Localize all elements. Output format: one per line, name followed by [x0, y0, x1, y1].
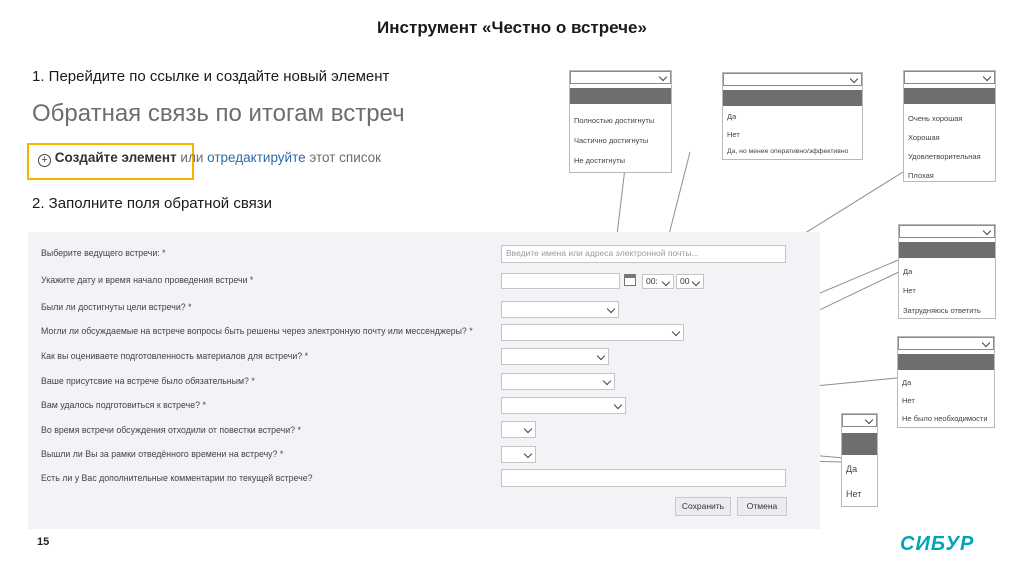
or-text: или [180, 150, 204, 165]
field-label-goals: Были ли достигнуты цели встречи? * [41, 302, 192, 312]
presence-option-1[interactable]: Да [903, 267, 912, 276]
email-dropdown-popup: Да Нет Да, но менее оперативно/эффективн… [722, 72, 863, 160]
email-select[interactable] [501, 324, 684, 341]
chevron-down-icon [982, 226, 992, 236]
goals-option-3[interactable]: Не достигнуты [574, 156, 625, 165]
field-label-comments: Есть ли у Вас дополнительные комментарии… [41, 473, 313, 483]
field-label-email: Могли ли обсуждаемые на встрече вопросы … [41, 326, 473, 336]
date-input[interactable] [501, 273, 620, 289]
step-1-text: 1. Перейдите по ссылке и создайте новый … [32, 68, 390, 85]
chevron-down-icon [523, 424, 533, 434]
materials-option-3[interactable]: Удовлетворительная [908, 152, 981, 161]
presence-dropdown-selected[interactable] [899, 242, 995, 258]
materials-option-2[interactable]: Хорошая [908, 133, 940, 142]
materials-dropdown-header[interactable] [904, 71, 995, 84]
chevron-down-icon [661, 277, 671, 287]
step-2-text: 2. Заполните поля обратной связи [32, 195, 273, 212]
email-option-1[interactable]: Да [727, 112, 736, 121]
list-tail-text: этот список [309, 150, 382, 165]
chevron-down-icon [849, 74, 859, 84]
prepared-option-3[interactable]: Не было необходимости [902, 414, 988, 423]
cancel-button[interactable]: Отмена [737, 497, 787, 516]
goals-option-1[interactable]: Полностью достигнуты [574, 116, 654, 125]
create-item-link[interactable]: Создайте элемент [55, 150, 177, 165]
prepared-dropdown-selected[interactable] [898, 354, 994, 370]
presence-option-2[interactable]: Нет [903, 286, 916, 295]
chevron-down-icon [606, 304, 616, 314]
chevron-down-icon [982, 72, 992, 82]
yesno-option-1[interactable]: Да [846, 464, 857, 474]
hour-value: 00: [646, 276, 658, 286]
presence-select[interactable] [501, 373, 615, 390]
yesno-dropdown-header[interactable] [842, 414, 877, 427]
comments-input[interactable] [501, 469, 786, 487]
create-item-line: + Создайте элемент или отредактируйте эт… [38, 150, 381, 167]
save-button[interactable]: Сохранить [675, 497, 731, 516]
goals-dropdown-popup: Полностью достигнуты Частично достигнуты… [569, 70, 672, 173]
yesno-dropdown-selected[interactable] [842, 433, 877, 455]
prepared-dropdown-popup: Да Нет Не было необходимости [897, 336, 995, 428]
prepared-dropdown-header[interactable] [898, 337, 994, 350]
goals-select[interactable] [501, 301, 619, 318]
sibur-logo: СИБУР [900, 533, 975, 555]
minute-select[interactable]: 00 [676, 274, 704, 289]
page-number: 15 [37, 536, 50, 548]
prepared-option-1[interactable]: Да [902, 378, 911, 387]
email-dropdown-header[interactable] [723, 73, 862, 86]
prepared-select[interactable] [501, 397, 626, 414]
yesno-option-2[interactable]: Нет [846, 489, 861, 499]
field-label-host: Выберите ведущего встречи: * [41, 248, 166, 258]
email-option-2[interactable]: Нет [727, 130, 740, 139]
minute-value: 00 [680, 276, 690, 286]
overtime-select[interactable] [501, 446, 536, 463]
field-label-prepared: Вам удалось подготовиться к встрече? * [41, 400, 206, 410]
materials-dropdown-selected[interactable] [904, 88, 995, 104]
chevron-down-icon [596, 351, 606, 361]
email-option-3[interactable]: Да, но менее оперативно/эффективно [727, 148, 848, 155]
field-label-datetime: Укажите дату и время начало проведения в… [41, 275, 254, 285]
chevron-down-icon [864, 415, 874, 425]
slide-title: Инструмент «Честно о встрече» [377, 18, 647, 37]
chevron-down-icon [602, 376, 612, 386]
field-label-materials: Как вы оцениваете подготовленность матер… [41, 351, 309, 361]
email-dropdown-selected[interactable] [723, 90, 862, 106]
materials-option-4[interactable]: Плохая [908, 171, 934, 180]
field-label-presence: Ваше присутсвие на встрече было обязател… [41, 376, 255, 386]
field-label-agenda: Во время встречи обсуждения отходили от … [41, 425, 301, 435]
materials-dropdown-popup: Очень хорошая Хорошая Удовлетворительная… [903, 70, 996, 182]
host-people-input[interactable]: Введите имена или адреса электронной поч… [501, 245, 786, 263]
plus-circle-icon[interactable]: + [38, 154, 51, 167]
prepared-option-2[interactable]: Нет [902, 396, 915, 405]
host-people-placeholder: Введите имена или адреса электронной поч… [506, 248, 699, 258]
presence-dropdown-popup: Да Нет Затрудняюсь ответить [898, 224, 996, 319]
yesno-dropdown-popup: Да Нет [841, 413, 878, 507]
chevron-down-icon [523, 449, 533, 459]
calendar-icon[interactable] [624, 274, 636, 286]
materials-option-1[interactable]: Очень хорошая [908, 114, 962, 123]
goals-option-2[interactable]: Частично достигнуты [574, 136, 648, 145]
edit-list-link[interactable]: отредактируйте [207, 150, 305, 165]
goals-dropdown-selected[interactable] [570, 88, 671, 104]
list-title: Обратная связь по итогам встреч [32, 100, 405, 127]
chevron-down-icon [981, 338, 991, 348]
presence-option-3[interactable]: Затрудняюсь ответить [903, 306, 981, 315]
presence-dropdown-header[interactable] [899, 225, 995, 238]
materials-select[interactable] [501, 348, 609, 365]
chevron-down-icon [658, 72, 668, 82]
hour-select[interactable]: 00: [642, 274, 674, 289]
field-label-overtime: Вышли ли Вы за рамки отведённого времени… [41, 449, 284, 459]
goals-dropdown-header[interactable] [570, 71, 671, 84]
chevron-down-icon [691, 277, 701, 287]
chevron-down-icon [613, 400, 623, 410]
agenda-select[interactable] [501, 421, 536, 438]
chevron-down-icon [671, 327, 681, 337]
